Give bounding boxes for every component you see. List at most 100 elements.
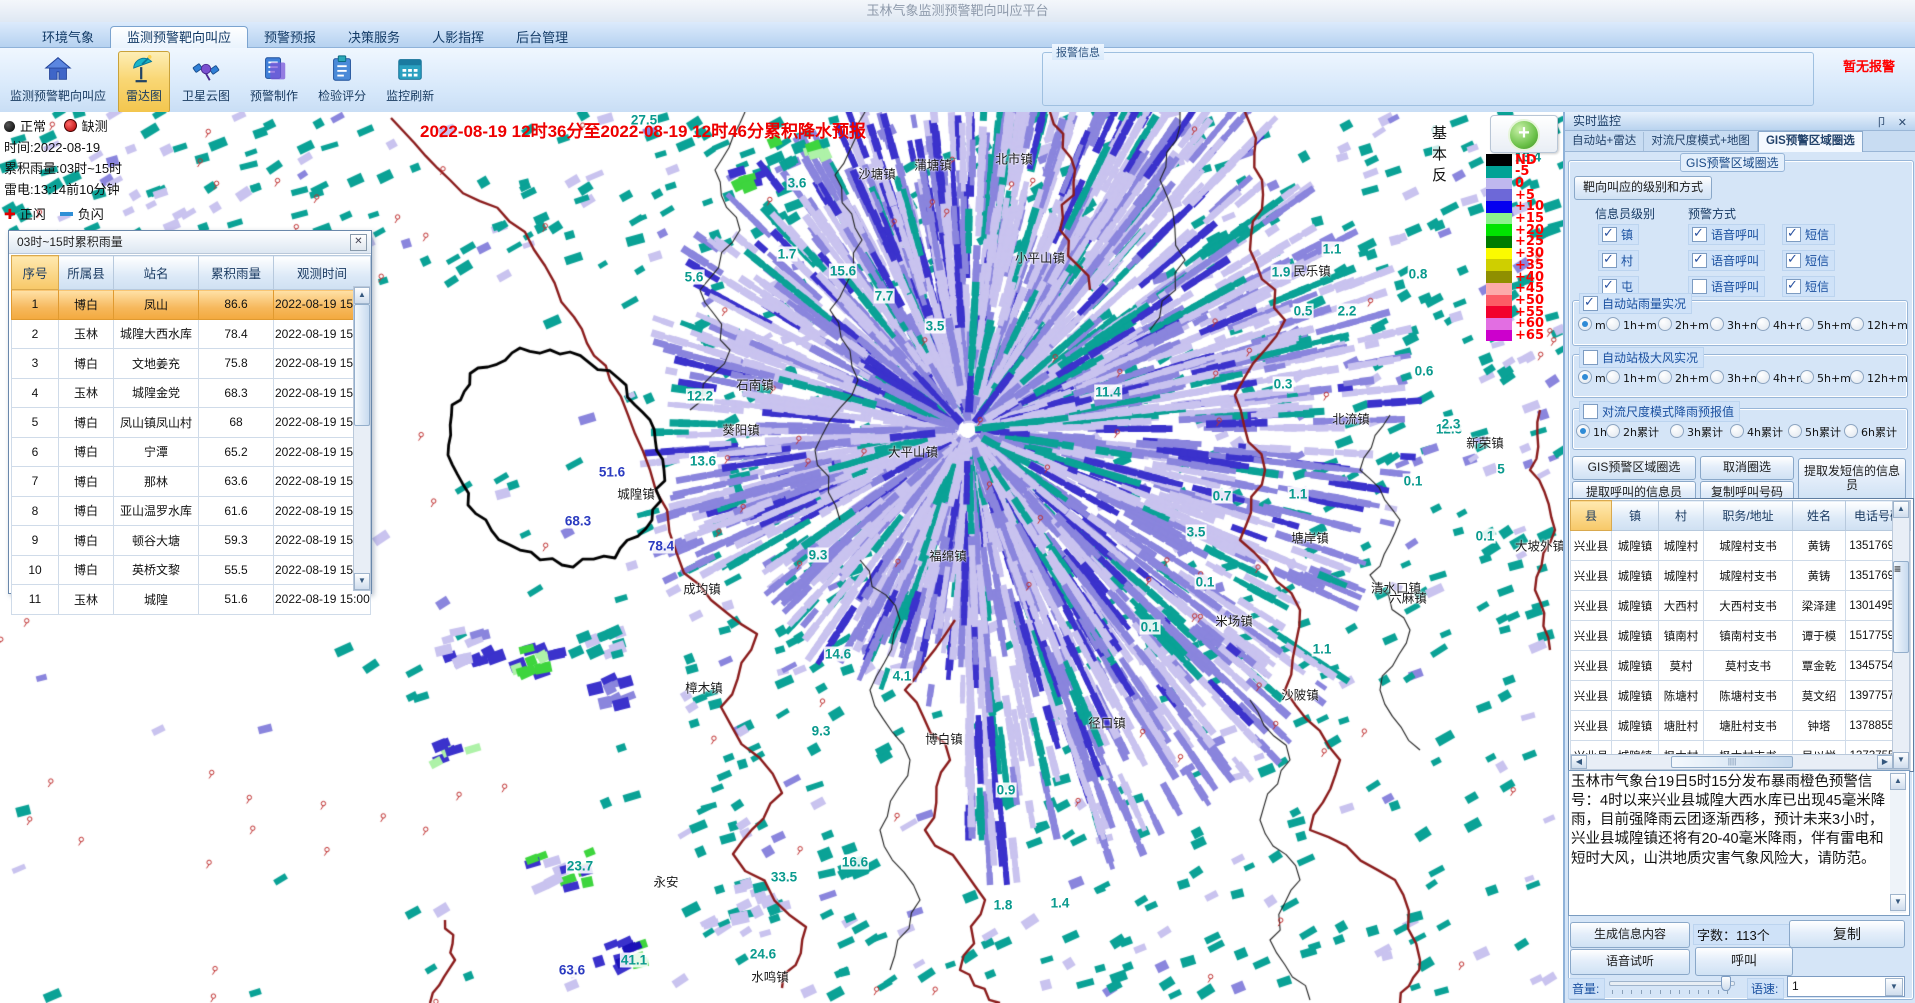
- call-level-button[interactable]: 靶向叫应的级别和方式: [1574, 176, 1712, 200]
- menu-tab-2[interactable]: 监测预警靶向叫应: [110, 26, 248, 48]
- radio-option-m[interactable]: m: [1578, 370, 1606, 385]
- column-header[interactable]: 累积雨量: [199, 256, 274, 290]
- scroll-down-icon[interactable]: ▼: [354, 573, 370, 590]
- panel-tab-1[interactable]: 自动站+雷达: [1565, 132, 1644, 151]
- menu-tab-4[interactable]: 决策服务: [332, 27, 416, 48]
- radio-option-4h累计[interactable]: 4h累计: [1730, 424, 1783, 440]
- voice-call-checkbox[interactable]: 语音呼叫: [1688, 276, 1765, 297]
- voice-call-checkbox[interactable]: 语音呼叫: [1688, 224, 1765, 245]
- radio-option-2h+m[interactable]: 2h+m: [1658, 370, 1709, 385]
- contact-row[interactable]: 兴业县城隍镇镇南村镇南村支书谭于模151775946: [1571, 621, 1911, 651]
- radio-option-3h+m[interactable]: 3h+m: [1710, 317, 1761, 332]
- voice-call-checkbox[interactable]: 语音呼叫: [1688, 250, 1765, 271]
- scroll-down-icon[interactable]: ▼: [1893, 752, 1909, 769]
- table-row[interactable]: 7博白那林63.62022-08-19 15:00: [12, 467, 371, 497]
- level-checkbox-村[interactable]: 村: [1598, 250, 1639, 271]
- radio-option-2h+m[interactable]: 2h+m: [1658, 317, 1709, 332]
- radio-option-1h+m[interactable]: 1h+m: [1606, 317, 1657, 332]
- radio-option-1h[interactable]: 1h: [1576, 424, 1607, 439]
- contact-row[interactable]: 兴业县城隍镇大西村大西村支书梁泽建130149571: [1571, 591, 1911, 621]
- radio-icon[interactable]: [1606, 317, 1620, 331]
- scroll-up-icon[interactable]: ▲: [1890, 773, 1906, 790]
- toolbar-button-3[interactable]: 卫星云图: [174, 51, 238, 113]
- voice-preview-button[interactable]: 语音试听: [1570, 949, 1690, 975]
- sms-checkbox[interactable]: 短信: [1782, 224, 1835, 245]
- scroll-up-icon[interactable]: ▲: [354, 287, 370, 304]
- radio-icon[interactable]: [1756, 370, 1770, 384]
- column-header[interactable]: 序号: [12, 256, 59, 290]
- radio-option-5h+m[interactable]: 5h+m: [1800, 317, 1851, 332]
- radio-icon[interactable]: [1710, 370, 1724, 384]
- radio-option-2h累计[interactable]: 2h累计: [1606, 424, 1659, 440]
- sms-checkbox[interactable]: 短信: [1782, 250, 1835, 271]
- message-textarea[interactable]: 玉林市气象台19日5时15分发布暴雨橙色预警信号：4时以来兴业县城隍大西水库已出…: [1568, 770, 1910, 916]
- panel-tab-2[interactable]: 对流尺度模式+地图: [1644, 132, 1758, 151]
- forecast-group-checkbox[interactable]: 对流尺度模式降雨预报值: [1579, 401, 1740, 422]
- rain-group-checkbox[interactable]: 自动站雨量实况: [1579, 293, 1692, 314]
- message-scrollbar[interactable]: ▲ ▼: [1890, 771, 1906, 913]
- toolbar-button-5[interactable]: 检验评分: [310, 51, 374, 113]
- contact-row[interactable]: 兴业县城隍镇城隍村城隍村支书黄铸135176975: [1571, 531, 1911, 561]
- contact-row[interactable]: 兴业县城隍镇城隍村城隍村支书黄铸135176975: [1571, 561, 1911, 591]
- toolbar-button-1[interactable]: 监测预警靶向叫应: [2, 51, 114, 113]
- column-header[interactable]: 镇: [1612, 501, 1659, 531]
- wind-group-checkbox[interactable]: 自动站极大风实况: [1579, 347, 1704, 368]
- slider-track[interactable]: [1609, 981, 1735, 986]
- panel-tab-3[interactable]: GIS预警区域圈选: [1758, 131, 1863, 152]
- menu-tab-3[interactable]: 预警预报: [248, 27, 332, 48]
- table-row[interactable]: 2玉林城隍大西水库78.42022-08-19 15:00: [12, 319, 371, 349]
- column-header[interactable]: 姓名: [1793, 501, 1846, 531]
- speed-combobox[interactable]: 1 ▼: [1787, 976, 1905, 997]
- checkbox-icon[interactable]: [1583, 404, 1598, 419]
- zoom-plus-button[interactable]: +: [1508, 119, 1540, 151]
- radio-icon[interactable]: [1730, 424, 1744, 438]
- copy-button[interactable]: 复制: [1789, 920, 1905, 948]
- radio-option-m[interactable]: m: [1578, 317, 1606, 332]
- contact-row[interactable]: 兴业县城隍镇陈塘村陈塘村支书莫文绍139775796: [1571, 681, 1911, 711]
- column-header[interactable]: 县: [1571, 501, 1612, 531]
- toolbar-button-4[interactable]: 预警制作: [242, 51, 306, 113]
- table-row[interactable]: 10博白英桥文黎55.52022-08-19 15:00: [12, 555, 371, 585]
- rain-table-scrollbar[interactable]: ▲ ▼: [353, 286, 371, 591]
- radio-icon[interactable]: [1850, 370, 1864, 384]
- radio-icon[interactable]: [1850, 317, 1864, 331]
- scroll-thumb[interactable]: [354, 304, 370, 426]
- scroll-left-icon[interactable]: ◀: [1571, 755, 1587, 769]
- column-header[interactable]: 观测时间: [274, 256, 371, 290]
- radio-option-5h+m[interactable]: 5h+m: [1800, 370, 1851, 385]
- radio-option-12h+m[interactable]: 12h+m: [1850, 317, 1908, 332]
- scroll-down-icon[interactable]: ▼: [1890, 894, 1906, 911]
- scroll-up-icon[interactable]: ▲: [1893, 501, 1909, 518]
- table-row[interactable]: 9博白顿谷大塘59.32022-08-19 15:00: [12, 526, 371, 556]
- menu-tab-1[interactable]: 环境气象: [26, 27, 110, 48]
- radio-icon[interactable]: [1670, 424, 1684, 438]
- call-button[interactable]: 呼叫: [1695, 947, 1793, 976]
- scroll-thumb[interactable]: ≡: [1893, 561, 1909, 653]
- radio-option-5h累计[interactable]: 5h累计: [1788, 424, 1841, 440]
- column-header[interactable]: 所属县: [59, 256, 114, 290]
- cancel-select-button[interactable]: 取消圈选: [1700, 456, 1794, 480]
- table-row[interactable]: 3博白文地姜充75.82022-08-19 15:00: [12, 349, 371, 379]
- radio-option-3h累计[interactable]: 3h累计: [1670, 424, 1723, 440]
- contact-row[interactable]: 兴业县城隍镇莫村莫村支书覃金乾134575405: [1571, 651, 1911, 681]
- menu-tab-6[interactable]: 后台管理: [500, 27, 584, 48]
- radio-option-12h+m[interactable]: 12h+m: [1850, 370, 1908, 385]
- close-icon[interactable]: ✕: [350, 234, 367, 251]
- extract-sms-button[interactable]: 提取发短信的信息员: [1798, 458, 1906, 500]
- radio-icon[interactable]: [1578, 317, 1592, 331]
- menu-tab-5[interactable]: 人影指挥: [416, 27, 500, 48]
- volume-slider[interactable]: [1609, 976, 1735, 996]
- radio-icon[interactable]: [1658, 317, 1672, 331]
- radio-icon[interactable]: [1844, 424, 1858, 438]
- sms-checkbox[interactable]: 短信: [1782, 276, 1835, 297]
- contact-table-vscrollbar[interactable]: ▲ ≡ ▼: [1892, 500, 1910, 770]
- table-row[interactable]: 8博白亚山温罗水库61.62022-08-19 15:00: [12, 496, 371, 526]
- chevron-down-icon[interactable]: ▼: [1885, 978, 1903, 996]
- toolbar-button-6[interactable]: 监控刷新: [378, 51, 442, 113]
- radio-icon[interactable]: [1800, 370, 1814, 384]
- table-row[interactable]: 6博白宁潭65.22022-08-19 15:00: [12, 437, 371, 467]
- radio-icon[interactable]: [1710, 317, 1724, 331]
- radio-icon[interactable]: [1788, 424, 1802, 438]
- column-header[interactable]: 职务/地址: [1704, 501, 1793, 531]
- table-row[interactable]: 4玉林城隍金党68.32022-08-19 15:00: [12, 378, 371, 408]
